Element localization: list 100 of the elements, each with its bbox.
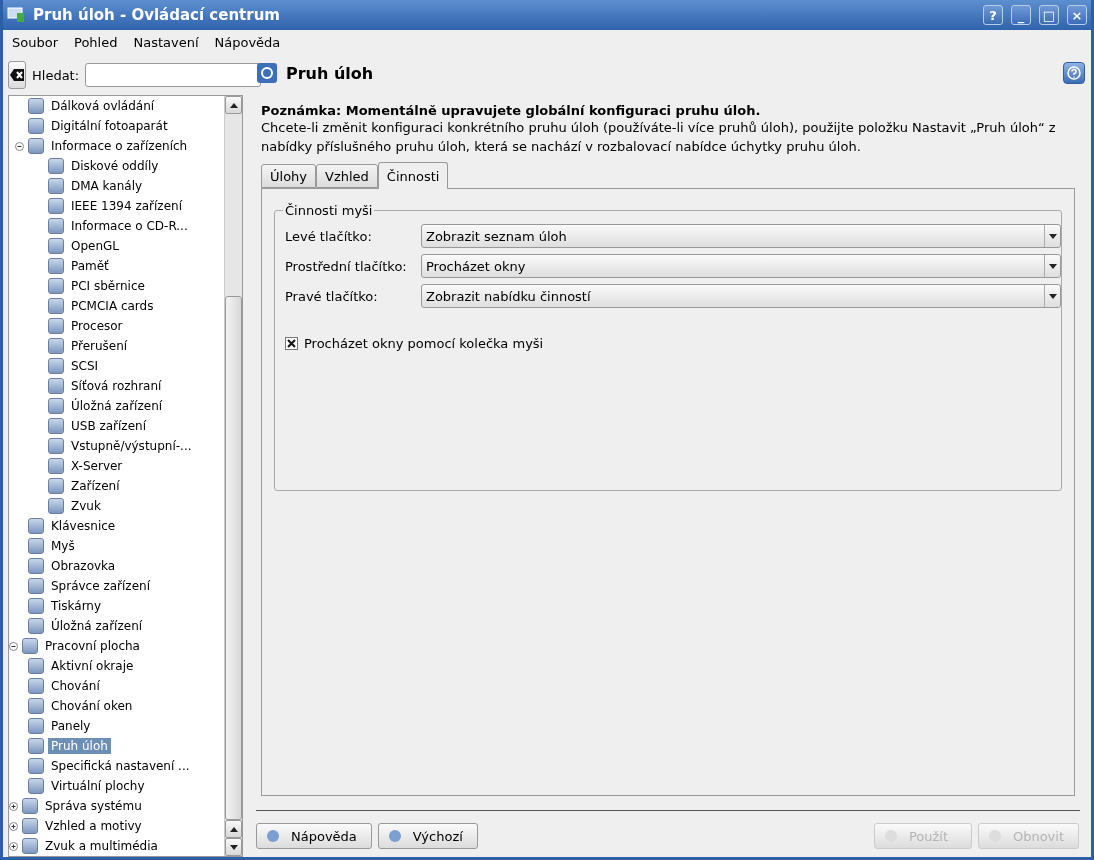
caret-icon — [1048, 293, 1057, 299]
tree-item[interactable]: Aktivní okraje — [48, 658, 137, 674]
tree-item[interactable]: Zařízení — [68, 478, 123, 494]
tree-item[interactable]: Úložná zařízení — [48, 618, 146, 634]
dropdown[interactable]: Zobrazit nabídku činností — [421, 284, 1061, 308]
tree-item[interactable]: Informace o zařízeních — [48, 138, 191, 154]
item-icon — [48, 298, 64, 314]
tree-item[interactable]: X-Server — [68, 458, 126, 474]
item-icon — [48, 278, 64, 294]
item-icon — [28, 98, 44, 114]
dropdown[interactable]: Procházet okny — [421, 254, 1061, 278]
expand-icon[interactable] — [9, 801, 18, 811]
item-icon — [28, 698, 44, 714]
tab[interactable]: Činnosti — [377, 162, 449, 189]
tree-item[interactable]: Diskové oddíly — [68, 158, 162, 174]
item-icon — [28, 738, 44, 754]
tree-item[interactable]: Zvuk — [68, 498, 104, 514]
tree-item[interactable]: Tiskárny — [48, 598, 105, 614]
tree-item[interactable]: Zvuk a multimédia — [42, 838, 161, 854]
item-icon — [22, 798, 38, 814]
tree-item[interactable]: Obrazovka — [48, 558, 119, 574]
collapse-icon[interactable] — [9, 641, 18, 651]
field-label: Prostřední tlačítko: — [285, 258, 408, 274]
tree-item[interactable]: Paměť — [68, 258, 112, 274]
tree-item[interactable]: Přerušení — [68, 338, 131, 354]
tree-item[interactable]: Specifická nastavení ... — [48, 758, 193, 774]
window-title: Pruh úloh - Ovládací centrum — [33, 6, 281, 24]
tree-item[interactable]: Správa systému — [42, 798, 145, 814]
tree-item[interactable]: USB zařízení — [68, 418, 149, 434]
scrollbar[interactable] — [224, 96, 242, 856]
item-icon — [48, 218, 64, 234]
down-arrow-icon[interactable] — [229, 844, 238, 850]
clear-button[interactable] — [8, 61, 26, 89]
item-icon — [22, 838, 38, 854]
tree-item[interactable]: Chování oken — [48, 698, 136, 714]
menu-item[interactable]: Pohled — [74, 34, 118, 50]
search-field[interactable] — [85, 63, 262, 87]
expand-icon[interactable] — [9, 821, 18, 831]
item-icon — [48, 318, 64, 334]
circle-icon — [882, 828, 899, 844]
menu-item[interactable]: Nastavení — [133, 34, 199, 50]
menu-item[interactable]: Soubor — [12, 34, 58, 50]
tree-item[interactable]: IEEE 1394 zařízení — [68, 198, 185, 214]
tab[interactable]: Vzhled — [316, 164, 378, 188]
item-icon — [48, 398, 64, 414]
tree-item[interactable]: Pracovní plocha — [42, 638, 143, 654]
search-label: Hledat: — [32, 67, 80, 83]
circle-icon — [986, 828, 1003, 844]
item-icon — [28, 598, 44, 614]
caret-icon — [1048, 233, 1057, 239]
tree-item[interactable]: Správce zařízení — [48, 578, 153, 594]
item-icon — [28, 518, 44, 534]
collapse-icon[interactable] — [15, 141, 24, 151]
window-button[interactable]: × — [1067, 5, 1087, 25]
item-icon — [28, 558, 44, 574]
tree-item[interactable]: Virtuální plochy — [48, 778, 148, 794]
tree-item[interactable]: DMA kanály — [68, 178, 146, 194]
up-arrow-icon[interactable] — [229, 102, 238, 108]
module-title: Pruh úloh — [286, 63, 375, 83]
item-icon — [22, 818, 38, 834]
tree-item[interactable]: Dálková ovládání — [48, 98, 158, 114]
tree-item[interactable]: Úložná zařízení — [68, 398, 166, 414]
item-icon — [28, 678, 44, 694]
item-icon — [48, 338, 64, 354]
item-icon — [48, 238, 64, 254]
up-arrow-icon[interactable] — [229, 826, 238, 832]
tree-item[interactable]: SCSI — [68, 358, 102, 374]
window-button[interactable]: _ — [1011, 5, 1031, 25]
help-icon[interactable] — [1063, 62, 1085, 84]
circle-icon — [265, 828, 281, 844]
item-icon — [28, 118, 44, 134]
expand-icon[interactable] — [9, 841, 18, 851]
item-icon — [48, 178, 64, 194]
window-button[interactable]: □ — [1039, 5, 1059, 25]
tree-item[interactable]: Vstupně/výstupní-... — [68, 438, 195, 454]
tree-item[interactable]: OpenGL — [68, 238, 123, 254]
tree-item[interactable]: Informace o CD-R... — [68, 218, 191, 234]
tab[interactable]: Úlohy — [261, 164, 316, 188]
tree-item[interactable]: Myš — [48, 538, 78, 554]
field-label: Levé tlačítko: — [285, 228, 373, 244]
tree-item[interactable]: Panely — [48, 718, 94, 734]
tree-item[interactable]: Klávesnice — [48, 518, 119, 534]
tree-item[interactable]: PCI sběrnice — [68, 278, 148, 294]
item-icon — [28, 658, 44, 674]
tree-item[interactable]: PCMCIA cards — [68, 298, 157, 314]
tree-item[interactable]: Chování — [48, 678, 103, 694]
item-icon — [48, 418, 64, 434]
dialog-button[interactable]: Výchozí — [377, 823, 478, 849]
item-icon — [48, 258, 64, 274]
window-button[interactable]: ? — [983, 5, 1003, 25]
field-label: Pravé tlačítko: — [285, 288, 379, 304]
dialog-button[interactable]: Nápověda — [256, 823, 372, 849]
tree-item[interactable]: Digitální fotoaparát — [48, 118, 171, 134]
tree-item[interactable]: Síťová rozhraní — [68, 378, 165, 394]
tree-item[interactable]: Vzhled a motivy — [42, 818, 145, 834]
dropdown[interactable]: Zobrazit seznam úloh — [421, 224, 1061, 248]
tree-item[interactable]: Procesor — [68, 318, 126, 334]
menu-item[interactable]: Nápověda — [214, 34, 281, 50]
item-icon — [48, 198, 64, 214]
checkbox[interactable] — [285, 337, 298, 350]
